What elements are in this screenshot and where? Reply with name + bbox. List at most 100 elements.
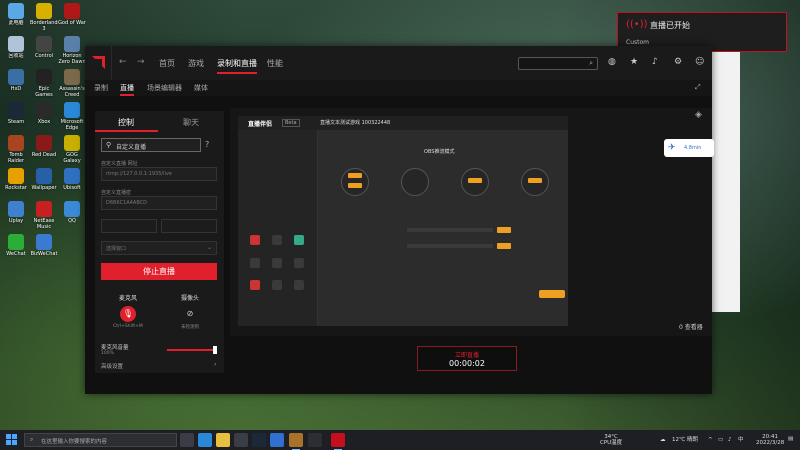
store-app-icon[interactable] bbox=[234, 433, 248, 447]
network-icon[interactable]: ▭ bbox=[718, 437, 723, 443]
desktop-icon[interactable]: NetEase Music bbox=[30, 201, 58, 230]
amd-logo[interactable] bbox=[85, 46, 112, 80]
microphone-icon[interactable]: 🎙 bbox=[120, 306, 136, 322]
tab-control[interactable]: 控制 bbox=[118, 117, 134, 128]
stream-key-field[interactable]: D6B6C1A4ABCD bbox=[101, 196, 217, 210]
advanced-settings-link[interactable]: 高级设置 bbox=[101, 362, 123, 370]
stream-preview: 直播伴侣 Beta 直播文本测试游戏 100322448 OBS推流模式 ◈ 0… bbox=[230, 108, 712, 336]
desktop-icon-label: Borderlands 3 bbox=[30, 20, 58, 32]
key-label: 自定义直播密 bbox=[101, 190, 132, 196]
mic-title: 麦克风 bbox=[118, 295, 137, 302]
steam-app-icon[interactable] bbox=[252, 433, 266, 447]
bell-icon[interactable]: ♪ bbox=[652, 57, 658, 67]
edge-app-icon[interactable] bbox=[198, 433, 212, 447]
desktop-icon[interactable]: Tomb Raider bbox=[2, 135, 30, 164]
chevron-right-icon[interactable]: › bbox=[214, 361, 216, 368]
desktop-icon[interactable]: Borderlands 3 bbox=[30, 3, 58, 32]
weather-icon[interactable]: ☁ bbox=[660, 437, 666, 443]
desktop-icon[interactable]: Steam bbox=[2, 102, 30, 131]
desktop-icon[interactable]: GOG Galaxy bbox=[58, 135, 86, 164]
expand-icon[interactable]: ⤢ bbox=[695, 83, 701, 92]
search-input[interactable]: ⌕ bbox=[518, 57, 598, 70]
desktop-icon-label: Horizon Zero Dawn bbox=[58, 53, 86, 65]
cloud-badge[interactable]: ✈ 4.8min bbox=[664, 139, 714, 157]
nav-games[interactable]: 游戏 bbox=[188, 58, 204, 69]
captured-window-preview: 直播伴侣 Beta 直播文本测试游戏 100322448 OBS推流模式 bbox=[238, 116, 568, 326]
camera-off-icon[interactable]: ⊘ bbox=[182, 306, 198, 322]
user-icon[interactable]: ☺ bbox=[695, 57, 704, 67]
desktop-icon[interactable]: WeChat bbox=[2, 234, 30, 263]
back-arrow-icon[interactable]: ← bbox=[119, 57, 127, 67]
desktop-icon-label: Xbox bbox=[37, 119, 51, 125]
notification-subtitle: Custom bbox=[626, 39, 649, 46]
star-icon[interactable]: ★ bbox=[630, 57, 638, 67]
desktop-icon[interactable]: Horizon Zero Dawn bbox=[58, 36, 86, 65]
search-icon: ⌕ bbox=[30, 436, 34, 443]
tray-overflow-icon[interactable]: ^ bbox=[708, 437, 713, 443]
desktop-app-icon bbox=[64, 201, 80, 217]
broadcast-icon: ((•)) bbox=[626, 19, 648, 30]
globe-icon[interactable]: ◍ bbox=[608, 57, 616, 67]
desktop-icon[interactable]: Uplay bbox=[2, 201, 30, 230]
desktop-icon[interactable]: Control bbox=[30, 36, 58, 65]
help-icon[interactable]: ? bbox=[205, 140, 209, 149]
desktop-icon[interactable]: Epic Games Launcher bbox=[30, 69, 58, 98]
nav-home[interactable]: 首页 bbox=[159, 58, 175, 69]
file-explorer-icon[interactable] bbox=[216, 433, 230, 447]
desktop-icon[interactable]: Xbox bbox=[30, 102, 58, 131]
tab-record[interactable]: 录制 bbox=[94, 83, 108, 93]
tab-media[interactable]: 媒体 bbox=[194, 83, 208, 93]
nav-record-stream[interactable]: 录制和直播 bbox=[217, 58, 257, 74]
tool-icon bbox=[272, 235, 282, 245]
captured-start-button bbox=[539, 290, 565, 298]
preview-settings-icon[interactable]: ◈ bbox=[695, 110, 702, 120]
desktop-icon[interactable]: Ubisoft bbox=[58, 168, 86, 197]
tab-chat[interactable]: 聊天 bbox=[183, 117, 199, 128]
window-select[interactable]: 选择窗口 ⌄ bbox=[101, 241, 217, 255]
desktop-icon[interactable]: Wallpaper bbox=[30, 168, 58, 197]
notification-center-icon[interactable]: ▤ bbox=[788, 436, 793, 442]
desktop-icon[interactable]: Red Dead bbox=[30, 135, 58, 164]
tab-stream[interactable]: 直播 bbox=[120, 83, 134, 96]
mic-volume-value: 100% bbox=[101, 351, 114, 356]
clock[interactable]: 20:41 2022/3/28 bbox=[756, 434, 784, 446]
action-button-right[interactable] bbox=[161, 219, 217, 233]
gear-icon[interactable]: ⚙ bbox=[674, 57, 682, 67]
active-app-icon[interactable] bbox=[289, 433, 303, 450]
task-view-icon[interactable] bbox=[180, 433, 194, 447]
mic-volume-slider[interactable] bbox=[167, 346, 217, 354]
desktop-icon[interactable]: Assassin's Creed bbox=[58, 69, 86, 98]
desktop-icon[interactable]: 回收站 bbox=[2, 36, 30, 65]
camera-control[interactable]: 摄像头 ⊘ 未检测到 bbox=[163, 293, 217, 335]
weather-text[interactable]: 12℃ 晴朗 bbox=[672, 437, 698, 443]
desktop-icon[interactable]: Rockstar bbox=[2, 168, 30, 197]
nav-performance[interactable]: 性能 bbox=[267, 58, 283, 69]
bird-icon: ✈ bbox=[668, 143, 676, 153]
stream-timer[interactable]: 立即直播 00:00:02 bbox=[417, 346, 517, 371]
forward-arrow-icon[interactable]: → bbox=[137, 57, 145, 67]
action-button-left[interactable] bbox=[101, 219, 157, 233]
desktop-icon[interactable]: QQ bbox=[58, 201, 86, 230]
stream-service-select[interactable]: ⚲ 自定义直播 bbox=[101, 138, 201, 152]
microphone-control[interactable]: 麦克风 🎙 Ctrl+Shift+M bbox=[101, 293, 155, 335]
desktop-icon[interactable]: HxD bbox=[2, 69, 30, 98]
desktop-icon[interactable]: 此电脑 bbox=[2, 3, 30, 32]
url-field[interactable]: rtmp://127.0.0.1:1935/live bbox=[101, 167, 217, 181]
desktop-icon[interactable]: Microsoft Edge bbox=[58, 102, 86, 131]
stop-stream-button[interactable]: 停止直播 bbox=[101, 263, 217, 280]
bizwechat-app-icon[interactable] bbox=[270, 433, 284, 447]
tool-icon bbox=[250, 235, 260, 245]
captured-main-title: OBS推流模式 bbox=[424, 149, 455, 155]
taskbar-search-input[interactable]: ⌕ 在这里输入你要搜索的内容 bbox=[24, 433, 177, 447]
windows-start-icon[interactable] bbox=[6, 434, 18, 446]
amd-app-icon[interactable] bbox=[331, 433, 345, 450]
volume-icon[interactable]: ♪ bbox=[728, 437, 732, 443]
desktop-icon[interactable]: BizWeChat bbox=[30, 234, 58, 263]
captured-app-sidebar bbox=[238, 130, 318, 326]
app-icon[interactable] bbox=[308, 433, 322, 447]
tab-scene-editor[interactable]: 场景编辑器 bbox=[147, 83, 182, 93]
slider-knob[interactable] bbox=[213, 346, 217, 354]
ime-icon[interactable]: 中 bbox=[738, 437, 744, 443]
desktop-icon[interactable]: God of War bbox=[58, 3, 86, 32]
tool-icon bbox=[294, 235, 304, 245]
